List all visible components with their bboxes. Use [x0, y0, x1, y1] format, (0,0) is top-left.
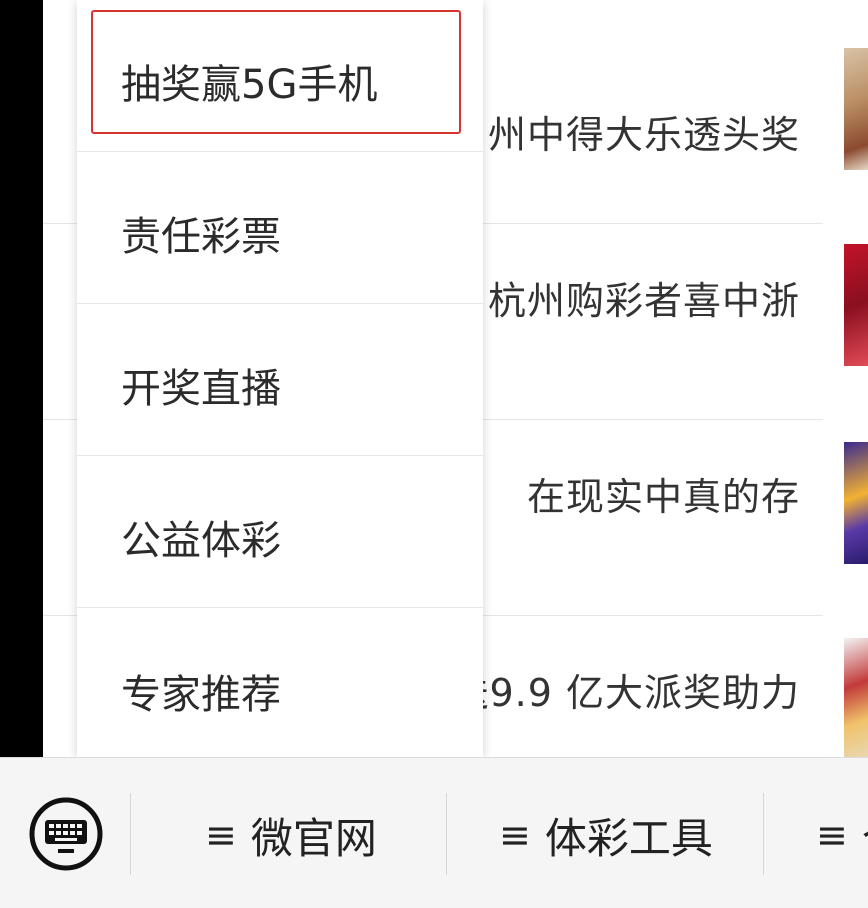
menu-item-label: 开奖直播 [121, 366, 281, 412]
tab-personal[interactable]: ≡ 个 [816, 800, 868, 870]
article-title: 在现实中真的存 [526, 475, 800, 519]
menu-item-label: 抽奖赢5G手机 [121, 62, 378, 108]
tab-label: 个 [862, 805, 868, 866]
menu-item-draw-live[interactable]: 开奖直播 [77, 304, 483, 456]
article-thumbnail [844, 244, 868, 366]
menu-item-expert-picks[interactable]: 专家推荐 [77, 608, 483, 760]
article-title: 杭州购彩者喜中浙 [487, 279, 800, 323]
article-thumbnail [844, 442, 868, 564]
menu-icon: ≡ [816, 813, 848, 857]
menu-item-responsible-lottery[interactable]: 责任彩票 [77, 152, 483, 304]
bottom-menu-bar: ≡ 微官网 ≡ 体彩工具 ≡ 个 [0, 757, 868, 908]
article-title: 送9.9 亿大派奖助力 [450, 671, 800, 715]
keyboard-icon[interactable] [28, 796, 104, 872]
tab-lottery-tools[interactable]: ≡ 体彩工具 [499, 800, 713, 870]
menu-item-lottery-5g[interactable]: 抽奖赢5G手机 [77, 0, 483, 152]
article-title: 州中得大乐透头奖 [487, 113, 800, 157]
article-thumbnail [844, 48, 868, 170]
dropdown-menu: 抽奖赢5G手机 责任彩票 开奖直播 公益体彩 专家推荐 [77, 0, 483, 757]
menu-icon: ≡ [205, 813, 237, 857]
menu-item-charity-lottery[interactable]: 公益体彩 [77, 456, 483, 608]
tab-label: 微官网 [250, 813, 377, 863]
left-dark-strip [0, 0, 43, 757]
tab-micro-site[interactable]: ≡ 微官网 [205, 800, 377, 870]
menu-item-label: 责任彩票 [121, 214, 281, 260]
menu-item-label: 公益体彩 [121, 518, 281, 564]
menu-icon: ≡ [499, 813, 531, 857]
article-thumbnail [844, 638, 868, 757]
tab-label: 体彩工具 [544, 813, 713, 863]
menu-item-label: 专家推荐 [121, 672, 281, 718]
